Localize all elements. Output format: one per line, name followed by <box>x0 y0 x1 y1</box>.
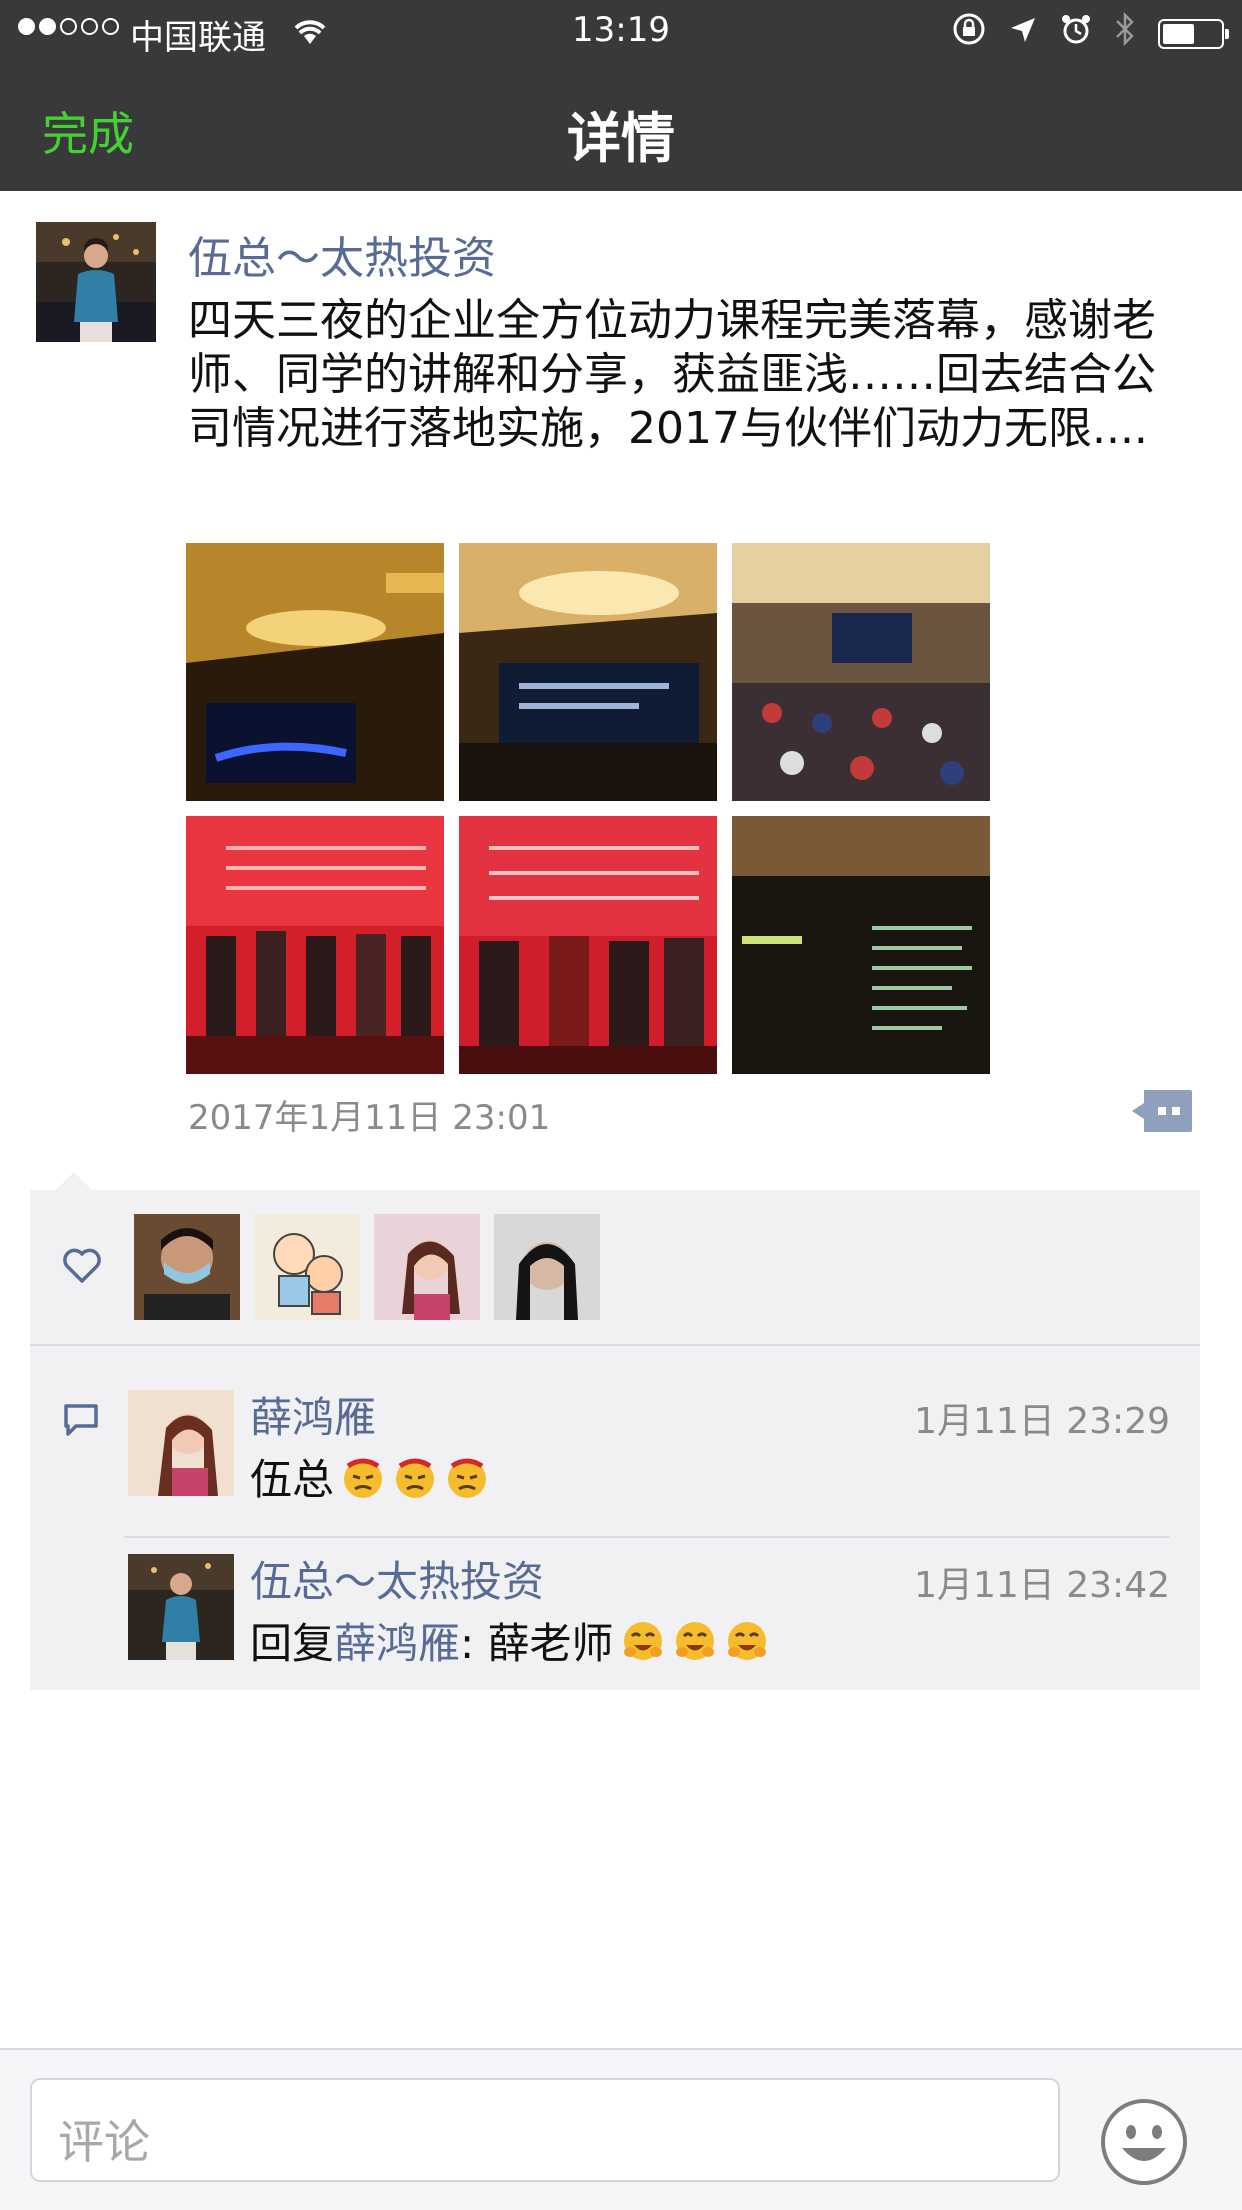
angry-face-emoji-icon <box>392 1454 438 1500</box>
liker-avatar[interactable] <box>134 1214 240 1320</box>
battery-icon <box>1158 18 1229 49</box>
commenter-avatar[interactable] <box>128 1390 234 1496</box>
post-photo-4[interactable] <box>186 816 444 1074</box>
alarm-icon <box>1060 13 1092 54</box>
comment-text: 伍总 <box>250 1446 490 1507</box>
liker-avatar[interactable] <box>494 1214 600 1320</box>
laughing-face-emoji-icon <box>672 1618 718 1664</box>
post-text: 四天三夜的企业全方位动力课程完美落幕，感谢老师、同学的讲解和分享，获益匪浅……回… <box>188 295 1156 454</box>
comment-author-name[interactable]: 伍总～太热投资 <box>250 1548 544 1609</box>
comment-timestamp: 1月11日 23:42 <box>914 1565 1170 1606</box>
comment-input-placeholder: 评论 <box>58 2115 150 2169</box>
comment-body: 伍总 <box>250 1455 335 1504</box>
comment-author-name[interactable]: 薛鸿雁 <box>250 1384 376 1445</box>
reply-to-name[interactable]: 薛鸿雁 <box>334 1610 460 1671</box>
reply-prefix: 回复 <box>250 1619 335 1668</box>
laughing-face-emoji-icon <box>620 1618 666 1664</box>
rotation-lock-icon <box>952 12 986 55</box>
commenter-avatar[interactable] <box>128 1554 234 1660</box>
likes-comments-divider <box>30 1344 1200 1346</box>
comment-input[interactable]: 评论 <box>30 2078 1060 2182</box>
heart-icon <box>62 1248 102 1288</box>
location-icon <box>1008 14 1038 54</box>
post-author-name[interactable]: 伍总～太热投资 <box>188 222 496 286</box>
angry-face-emoji-icon <box>444 1454 490 1500</box>
post-photo-6[interactable] <box>732 816 990 1074</box>
comment-divider <box>124 1536 1170 1538</box>
comment-timestamp: 1月11日 23:29 <box>914 1401 1170 1442</box>
page-title: 详情 <box>567 107 675 170</box>
bluetooth-icon <box>1114 11 1136 55</box>
author-avatar[interactable] <box>36 222 156 342</box>
comment-body: : 薛老师 <box>460 1619 614 1668</box>
emoji-picker-icon[interactable] <box>1100 2098 1188 2190</box>
top-bar: 中国联通 13:19 完成 详情 <box>0 0 1242 191</box>
panel-pointer <box>56 1172 92 1190</box>
status-bar: 中国联通 13:19 <box>0 0 1242 62</box>
post-photo-2[interactable] <box>459 543 717 801</box>
comment-text: 回复 薛鸿雁 : 薛老师 <box>250 1610 770 1671</box>
angry-face-emoji-icon <box>340 1454 386 1500</box>
post-photo-1[interactable] <box>186 543 444 801</box>
liker-avatar[interactable] <box>254 1214 360 1320</box>
post-timestamp: 2017年1月11日 23:01 <box>188 1098 551 1138</box>
laughing-face-emoji-icon <box>724 1618 770 1664</box>
comment-icon <box>62 1402 100 1442</box>
post-photo-5[interactable] <box>459 816 717 1074</box>
liker-avatar[interactable] <box>374 1214 480 1320</box>
comment-more-icon[interactable] <box>1132 1090 1192 1132</box>
post-photo-3[interactable] <box>732 543 990 801</box>
